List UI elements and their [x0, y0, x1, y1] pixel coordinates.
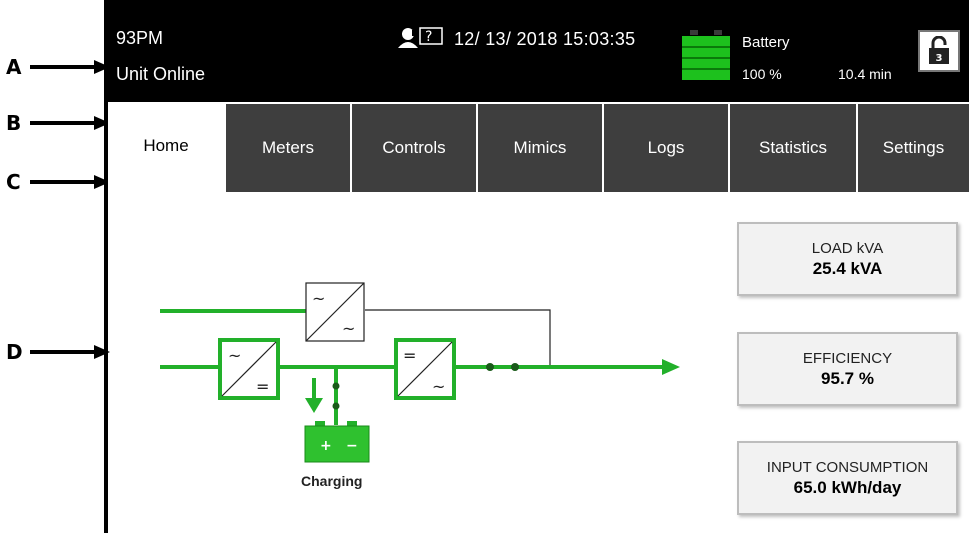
lock-level: 3 — [936, 53, 943, 64]
efficiency-card[interactable]: EFFICIENCY 95.7 % — [737, 332, 958, 406]
unlock-icon: 3 — [929, 36, 949, 64]
card-label: INPUT CONSUMPTION — [766, 458, 929, 476]
model-label: 93PM — [116, 28, 164, 48]
card-label: EFFICIENCY — [802, 349, 893, 367]
battery-runtime: 10.4 min — [838, 66, 892, 82]
ups-mimic-diagram[interactable]: ~ ~ ~ = = ~ + − — [150, 270, 690, 470]
output-arrow-icon — [662, 359, 680, 375]
lock-button[interactable]: 3 — [918, 30, 960, 72]
tab-mimics[interactable]: Mimics — [476, 104, 602, 192]
battery-icon — [304, 425, 370, 463]
battery-level-icon — [682, 30, 730, 80]
callout-letter: D — [6, 340, 23, 364]
callout-letter: B — [6, 111, 22, 135]
tab-bar: Home Meters Controls Mimics Logs Statist… — [108, 102, 969, 192]
callout-a: A — [6, 55, 110, 79]
svg-text:?: ? — [425, 29, 432, 45]
svg-text:~: ~ — [342, 319, 355, 338]
battery-label: Battery — [742, 34, 790, 51]
svg-text:−: − — [346, 438, 358, 454]
svg-text:=: = — [403, 346, 416, 365]
input-consumption-card[interactable]: INPUT CONSUMPTION 65.0 kWh/day — [737, 441, 958, 515]
card-label: LOAD kVA — [811, 239, 884, 257]
callout-letter: A — [6, 55, 22, 79]
svg-text:~: ~ — [312, 289, 325, 308]
svg-text:+: + — [320, 438, 332, 454]
arrow-right-icon — [30, 116, 110, 130]
callout-d: D — [6, 340, 110, 364]
user-help-icon[interactable]: ? — [396, 26, 448, 52]
battery-state-label: Charging — [301, 473, 363, 489]
battery-percent: 100 % — [742, 66, 782, 82]
load-kva-card[interactable]: LOAD kVA 25.4 kVA — [737, 222, 958, 296]
card-value: 65.0 kWh/day — [793, 477, 902, 497]
unit-state: Unit Online — [116, 64, 206, 84]
tab-settings[interactable]: Settings — [856, 104, 969, 192]
tab-home[interactable]: Home — [108, 102, 224, 190]
charging-down-arrow-icon — [305, 398, 323, 413]
svg-text:~: ~ — [432, 377, 445, 396]
tab-logs[interactable]: Logs — [602, 104, 728, 192]
callout-b: B — [6, 111, 110, 135]
arrow-right-icon — [30, 345, 110, 359]
card-value: 25.4 kVA — [812, 258, 883, 278]
tab-controls[interactable]: Controls — [350, 104, 476, 192]
callout-letter: C — [6, 170, 21, 194]
arrow-right-icon — [30, 60, 110, 74]
callout-c: C — [6, 170, 110, 194]
card-value: 95.7 % — [821, 368, 874, 388]
status-bar: 93PM Unit Online ? 12/ 13/ 2018 15:03:35… — [108, 0, 969, 102]
date-time: 12/ 13/ 2018 15:03:35 — [454, 29, 636, 49]
tab-meters[interactable]: Meters — [224, 104, 350, 192]
tab-statistics[interactable]: Statistics — [728, 104, 856, 192]
arrow-right-icon — [30, 175, 110, 189]
svg-text:=: = — [256, 377, 269, 396]
svg-text:~: ~ — [228, 346, 241, 365]
bypass-output-line — [365, 309, 551, 368]
